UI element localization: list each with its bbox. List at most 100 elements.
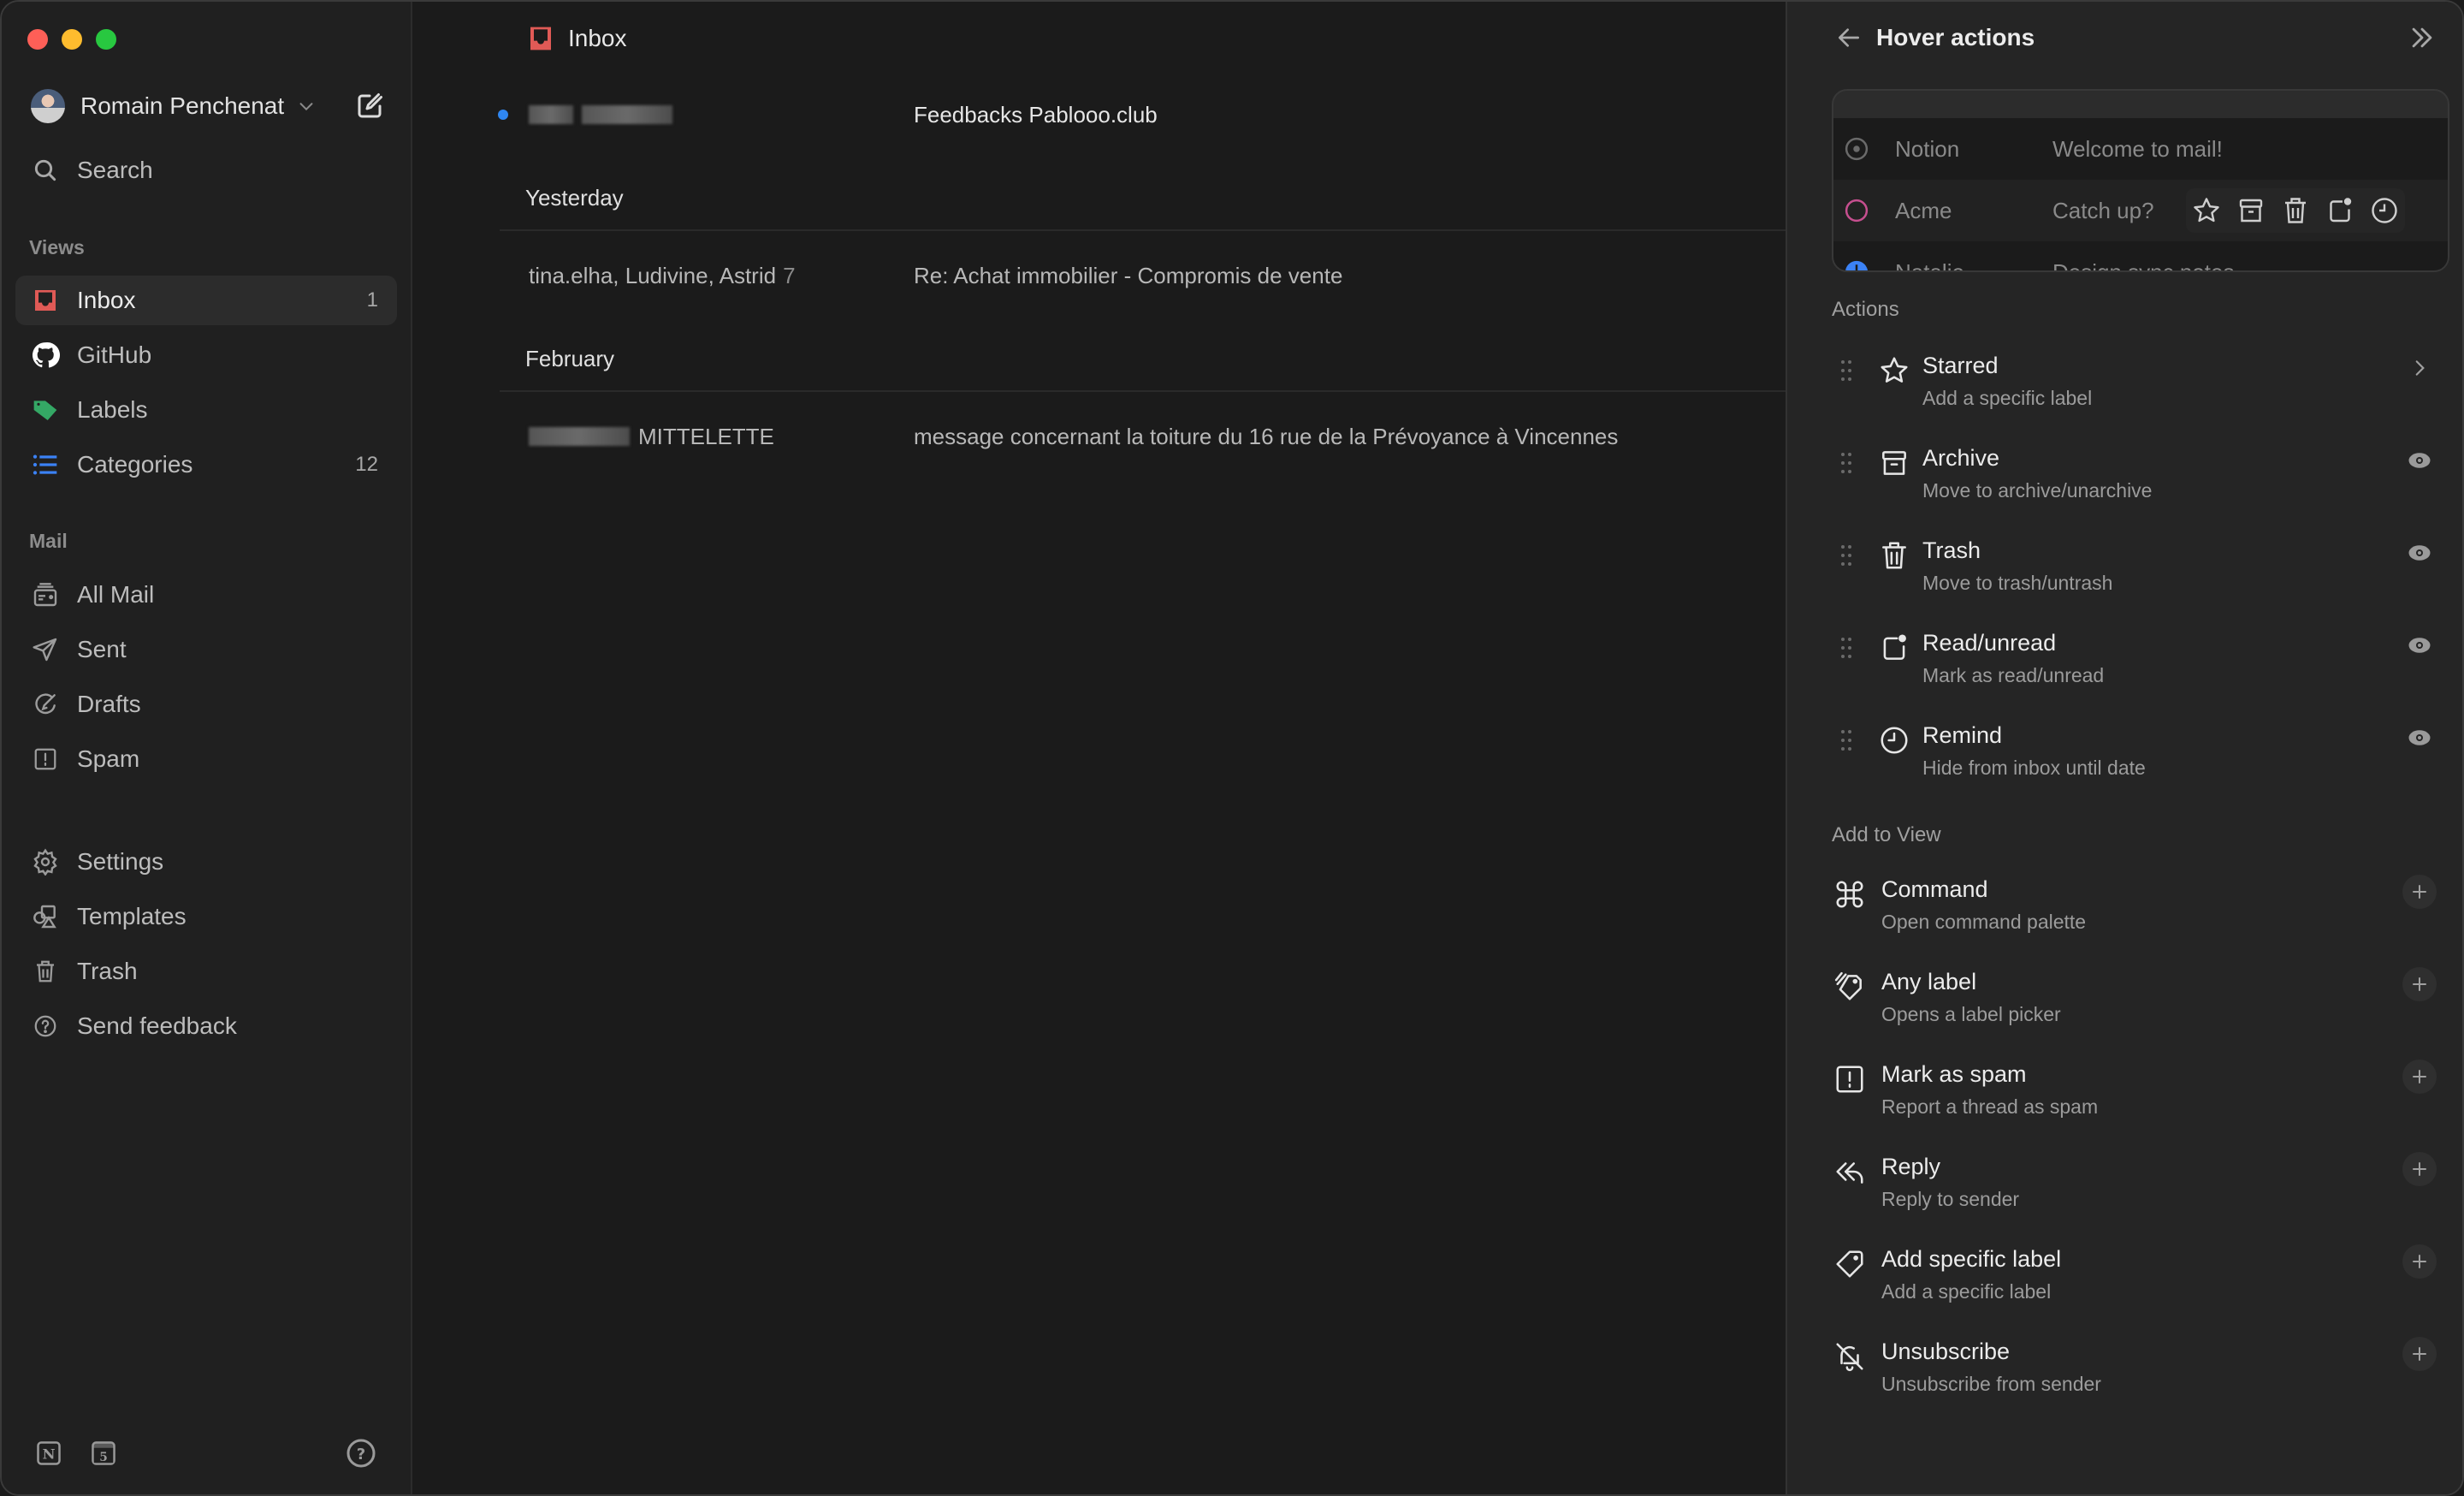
star-icon [1881,357,1908,383]
mail-sender: MITTELETTE [500,424,914,450]
add-button[interactable] [2402,1152,2437,1186]
divider [500,229,1786,231]
chevrons-right-icon[interactable] [2408,23,2437,52]
svg-text:N: N [43,1446,56,1462]
add-item-unsubscribe[interactable]: Unsubscribe Unsubscribe from sender [1832,1330,2437,1407]
mail-row[interactable]: MITTELETTE message concernant la toiture… [500,411,1786,462]
sidebar-item-send-feedback[interactable]: Send feedback [15,1001,397,1051]
app-window: Romain Penchenat Search Views Inbox 1 Gi… [0,0,2464,1496]
all-mail-icon [31,580,60,609]
add-item-add-specific-label[interactable]: Add specific label Add a specific label [1832,1238,2437,1315]
tag-icon [1836,1250,1863,1278]
sidebar-item-inbox[interactable]: Inbox 1 [15,276,397,325]
maximize-window-button[interactable] [96,29,116,50]
action-item-trash[interactable]: Trash Move to trash/untrash [1832,529,2437,606]
action-item-archive[interactable]: Archive Move to archive/unarchive [1832,436,2437,514]
help-icon[interactable]: ? [346,1438,376,1469]
action-item-remind[interactable]: Remind Hide from inbox until date [1832,714,2437,791]
action-title: Read/unread [1922,630,2057,656]
action-item-starred[interactable]: Starred Add a specific label [1832,344,2437,421]
visibility-toggle[interactable] [2402,536,2437,570]
eye-icon [2408,638,2431,653]
sidebar-item-settings[interactable]: Settings [15,837,397,887]
add-item-any-label[interactable]: Any label Opens a label picker [1832,960,2437,1037]
add-item-mark-as-spam[interactable]: Mark as spam Report a thread as spam [1832,1053,2437,1130]
group-header-yesterday: Yesterday [525,185,624,211]
plus-icon [2413,1255,2426,1268]
mail-row[interactable]: tina.elha, Ludivine, Astrid 7 Re: Achat … [500,250,1786,301]
notion-icon[interactable]: N [36,1440,62,1466]
arrow-left-icon[interactable] [1835,24,1863,51]
sender-names: tina.elha, Ludivine, Astrid [529,262,777,288]
archive-icon [2239,199,2263,223]
sidebar-item-label: Categories [77,451,193,478]
sidebar-item-spam[interactable]: Spam [15,734,397,784]
sidebar-footer: N 5 ? [36,1438,376,1469]
drag-handle-icon[interactable] [1840,544,1852,567]
sidebar-item-categories[interactable]: Categories 12 [15,440,397,490]
sidebar-item-drafts[interactable]: Drafts [15,680,397,729]
send-icon [31,635,60,664]
add-item-reply[interactable]: Reply Reply to sender [1832,1145,2437,1222]
compose-button[interactable] [354,91,385,122]
add-button[interactable] [2402,1244,2437,1279]
search-button[interactable]: Search [15,145,397,195]
action-title: Trash [1922,537,1981,563]
categories-count: 12 [355,453,378,476]
action-description: Move to archive/unarchive [1922,479,2153,502]
account-name: Romain Penchenat [80,92,285,119]
sidebar-item-all-mail[interactable]: All Mail [15,570,397,620]
action-description: Move to trash/untrash [1922,572,2113,594]
minimize-window-button[interactable] [62,29,82,50]
open-starred-button[interactable] [2402,351,2437,385]
inbox-icon [31,286,60,315]
account-switcher[interactable]: Romain Penchenat [31,87,385,125]
add-button[interactable] [2402,875,2437,909]
mail-row[interactable]: Feedbacks Pablooo.club [498,89,1786,140]
action-title: Starred [1922,353,1999,378]
drag-handle-icon[interactable] [1840,637,1852,659]
hover-actions-panel: Hover actions Notion Welcome to mail! Ac… [1786,2,2462,1494]
sidebar-item-label: GitHub [77,341,152,368]
sidebar-item-github[interactable]: GitHub [15,330,397,380]
visibility-toggle[interactable] [2402,443,2437,478]
mail-subject: Feedbacks Pablooo.club [914,101,1158,128]
sidebar-item-label: Settings [77,848,164,875]
drag-handle-icon[interactable] [1840,452,1852,474]
add-to-view-section-label: Add to View [1832,823,1941,846]
close-window-button[interactable] [27,29,48,50]
reply-icon [1836,1162,1863,1184]
visibility-toggle[interactable] [2402,628,2437,662]
sidebar-item-label: Send feedback [77,1012,237,1039]
visibility-toggle[interactable] [2402,721,2437,755]
action-item-read-unread[interactable]: Read/unread Mark as read/unread [1832,621,2437,698]
drag-handle-icon[interactable] [1840,729,1852,751]
sidebar-item-templates[interactable]: Templates [15,892,397,941]
calendar-icon[interactable]: 5 [91,1440,116,1466]
preview-row: Notion Welcome to mail! [1833,118,2448,180]
sidebar-item-trash[interactable]: Trash [15,947,397,996]
add-button[interactable] [2402,1337,2437,1371]
add-item-description: Open command palette [1881,911,2087,933]
tag-icon [31,395,60,424]
svg-text:?: ? [357,1446,365,1463]
archive-icon [1882,451,1906,475]
unread-dot [498,110,508,120]
sender-names: MITTELETTE [638,423,774,449]
drag-handle-icon[interactable] [1840,359,1852,382]
github-icon [31,341,60,370]
add-button[interactable] [2402,967,2437,1001]
action-description: Mark as read/unread [1922,664,2105,686]
preview-sender: Natalie [1895,258,1964,272]
sidebar-item-labels[interactable]: Labels [15,385,397,435]
window-controls [27,29,116,50]
sidebar-item-sent[interactable]: Sent [15,625,397,674]
plus-icon [2413,977,2426,991]
add-item-command[interactable]: Command Open command palette [1832,868,2437,945]
preview-subject: Welcome to mail! [2052,135,2223,162]
spam-icon [31,745,60,774]
group-header-february: February [525,346,615,371]
search-icon [31,156,60,185]
add-button[interactable] [2402,1060,2437,1094]
add-item-description: Add a specific label [1881,1280,2052,1303]
